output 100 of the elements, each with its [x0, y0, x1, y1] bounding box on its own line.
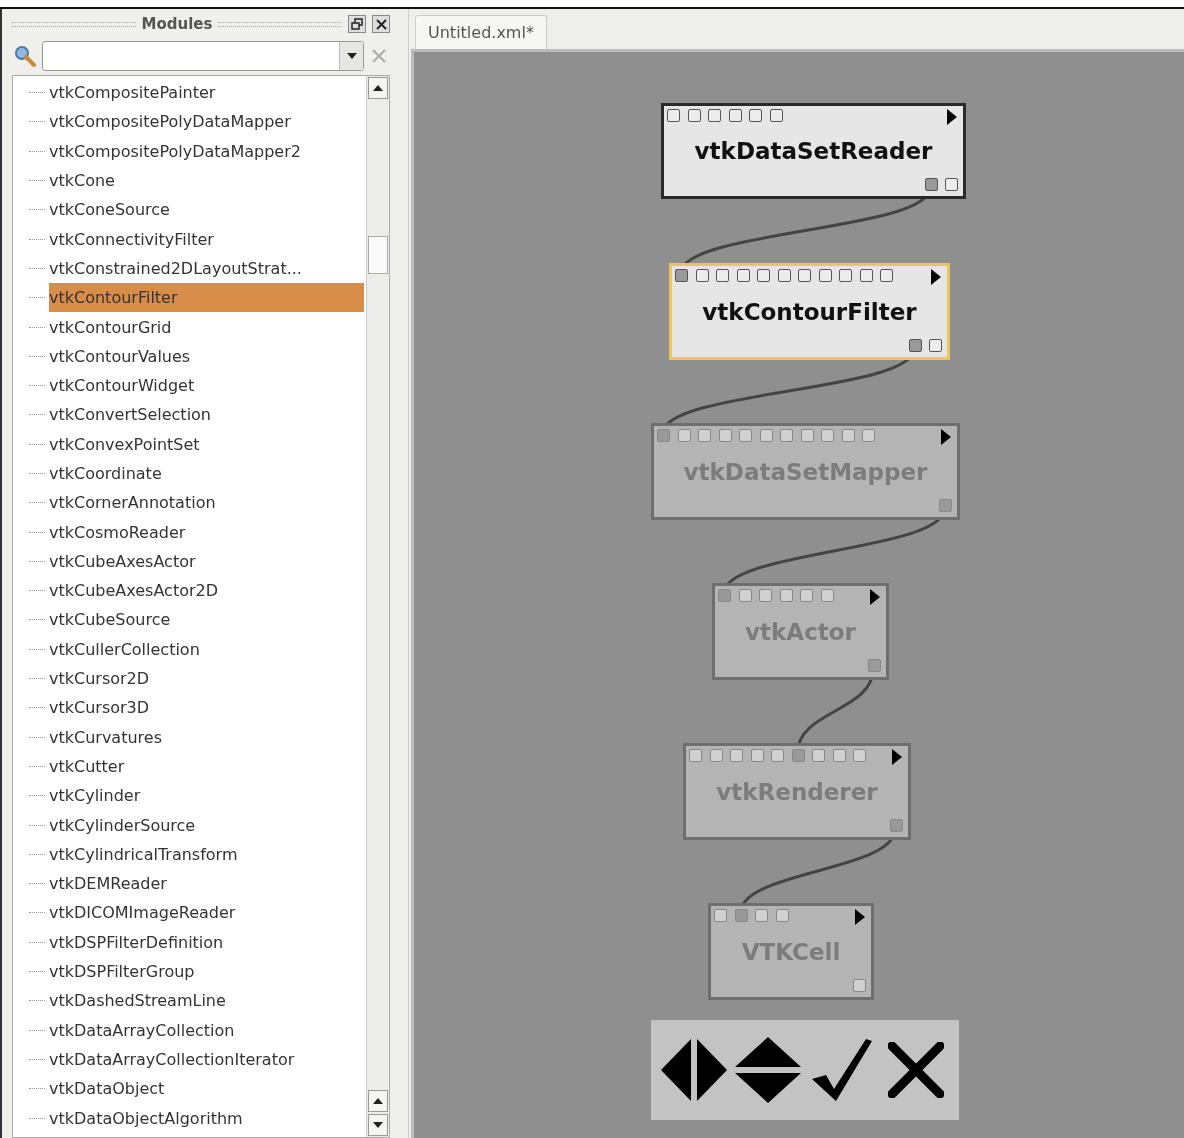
- input-port[interactable]: [779, 589, 793, 602]
- module-item[interactable]: vtkCompositePolyDataMapper: [49, 107, 364, 137]
- module-item[interactable]: vtkDSPFilterGroup: [49, 956, 364, 987]
- module-item[interactable]: vtkCompositePolyDataMapper2: [49, 136, 364, 166]
- splitter-handle[interactable]: [396, 9, 409, 1138]
- module-item[interactable]: vtkCubeAxesActor: [49, 546, 364, 577]
- close-button[interactable]: [372, 15, 390, 33]
- input-port[interactable]: [880, 269, 893, 282]
- input-port[interactable]: [820, 589, 834, 602]
- scrollbar-thumb[interactable]: [368, 236, 388, 274]
- search-field[interactable]: [42, 41, 364, 71]
- module-item[interactable]: vtkConnectivityFilter: [49, 224, 364, 254]
- module-item[interactable]: vtkDashedStreamLine: [49, 986, 364, 1016]
- module-item[interactable]: vtkDataArrayCollectionIterator: [49, 1044, 364, 1075]
- input-port[interactable]: [841, 429, 855, 442]
- module-item[interactable]: vtkCosmoReader: [49, 517, 364, 547]
- module-item[interactable]: vtkCursor3D: [49, 693, 364, 723]
- output-port[interactable]: [945, 178, 958, 191]
- module-item[interactable]: vtkConvexPointSet: [49, 429, 364, 459]
- connected-input-port[interactable]: [791, 749, 805, 762]
- input-port[interactable]: [769, 109, 783, 122]
- connected-output-port[interactable]: [909, 339, 922, 352]
- document-tab[interactable]: Untitled.xml*: [415, 15, 547, 49]
- input-port[interactable]: [708, 109, 721, 122]
- module-item[interactable]: vtkContourWidget: [49, 370, 364, 401]
- input-port[interactable]: [780, 429, 793, 442]
- float-button[interactable]: [348, 15, 366, 33]
- input-port[interactable]: [757, 269, 770, 282]
- module-item[interactable]: vtkCubeAxesActor2D: [49, 576, 364, 606]
- module-item[interactable]: vtkCompositePainter: [49, 78, 364, 108]
- input-port[interactable]: [714, 909, 727, 922]
- module-item[interactable]: vtkCylindricalTransform: [49, 839, 364, 869]
- input-port[interactable]: [818, 269, 832, 282]
- input-port[interactable]: [859, 269, 873, 282]
- input-port[interactable]: [777, 269, 791, 282]
- input-port[interactable]: [739, 429, 752, 442]
- module-item[interactable]: vtkConeSource: [49, 195, 364, 225]
- module-item[interactable]: vtkDEMReader: [49, 869, 364, 899]
- input-port[interactable]: [862, 429, 875, 442]
- module-item[interactable]: vtkCullerCollection: [49, 634, 364, 664]
- input-port[interactable]: [832, 749, 846, 762]
- module-item[interactable]: vtkCornerAnnotation: [49, 488, 364, 518]
- input-port[interactable]: [798, 269, 811, 282]
- output-port[interactable]: [929, 339, 942, 352]
- scroll-up-button[interactable]: [368, 1090, 388, 1112]
- connected-input-port[interactable]: [718, 589, 731, 602]
- input-port[interactable]: [800, 429, 814, 442]
- module-item[interactable]: vtkDSPFilterDefinition: [49, 927, 364, 957]
- clear-icon[interactable]: [370, 47, 388, 65]
- module-node[interactable]: vtkContourFilter: [669, 263, 950, 360]
- input-port[interactable]: [759, 589, 772, 602]
- input-port[interactable]: [759, 429, 773, 442]
- module-item[interactable]: vtkConvertSelection: [49, 400, 364, 430]
- input-port[interactable]: [698, 429, 711, 442]
- scroll-up-button[interactable]: [368, 77, 388, 99]
- module-item[interactable]: vtkCylinder: [49, 781, 364, 811]
- input-port[interactable]: [687, 109, 701, 122]
- module-item[interactable]: vtkCurvatures: [49, 722, 364, 752]
- input-port[interactable]: [755, 909, 768, 922]
- module-node[interactable]: vtkDataSetReader: [661, 103, 966, 199]
- connected-output-port[interactable]: [925, 178, 938, 191]
- scroll-down-button[interactable]: [368, 1114, 388, 1136]
- input-port[interactable]: [749, 109, 762, 122]
- module-item[interactable]: vtkDataArrayCollection: [49, 1015, 364, 1045]
- module-item[interactable]: vtkCoordinate: [49, 458, 364, 489]
- connected-input-port[interactable]: [734, 909, 748, 922]
- input-port[interactable]: [775, 909, 789, 922]
- module-item[interactable]: vtkDataObject: [49, 1074, 364, 1104]
- input-port[interactable]: [853, 749, 866, 762]
- input-port[interactable]: [839, 269, 852, 282]
- input-port[interactable]: [716, 269, 729, 282]
- module-item[interactable]: vtkContourFilter: [49, 283, 364, 313]
- module-item[interactable]: vtkDICOMImageReader: [49, 898, 364, 928]
- input-port[interactable]: [677, 429, 691, 442]
- module-item[interactable]: vtkCylinderSource: [49, 810, 364, 840]
- connected-input-port[interactable]: [657, 429, 670, 442]
- input-port[interactable]: [728, 109, 742, 122]
- input-port[interactable]: [738, 589, 752, 602]
- input-port[interactable]: [750, 749, 764, 762]
- input-port[interactable]: [667, 109, 680, 122]
- module-item[interactable]: vtkConstrained2DLayoutStrat...: [49, 253, 364, 284]
- input-port[interactable]: [709, 749, 723, 762]
- input-port[interactable]: [812, 749, 825, 762]
- connected-input-port[interactable]: [675, 269, 688, 282]
- input-port[interactable]: [730, 749, 743, 762]
- input-port[interactable]: [800, 589, 813, 602]
- module-item[interactable]: vtkCubeSource: [49, 605, 364, 635]
- input-port[interactable]: [718, 429, 732, 442]
- input-port[interactable]: [771, 749, 784, 762]
- input-port[interactable]: [821, 429, 834, 442]
- input-port[interactable]: [695, 269, 709, 282]
- input-port[interactable]: [736, 269, 750, 282]
- input-port[interactable]: [689, 749, 702, 762]
- module-item[interactable]: vtkCutter: [49, 751, 364, 782]
- module-item[interactable]: vtkContourValues: [49, 341, 364, 371]
- dropdown-button[interactable]: [339, 42, 363, 70]
- module-item[interactable]: vtkContourGrid: [49, 312, 364, 342]
- module-item[interactable]: vtkCursor2D: [49, 663, 364, 694]
- module-item[interactable]: vtkDataObjectAlgorithm: [49, 1103, 364, 1133]
- module-item[interactable]: vtkCone: [49, 165, 364, 196]
